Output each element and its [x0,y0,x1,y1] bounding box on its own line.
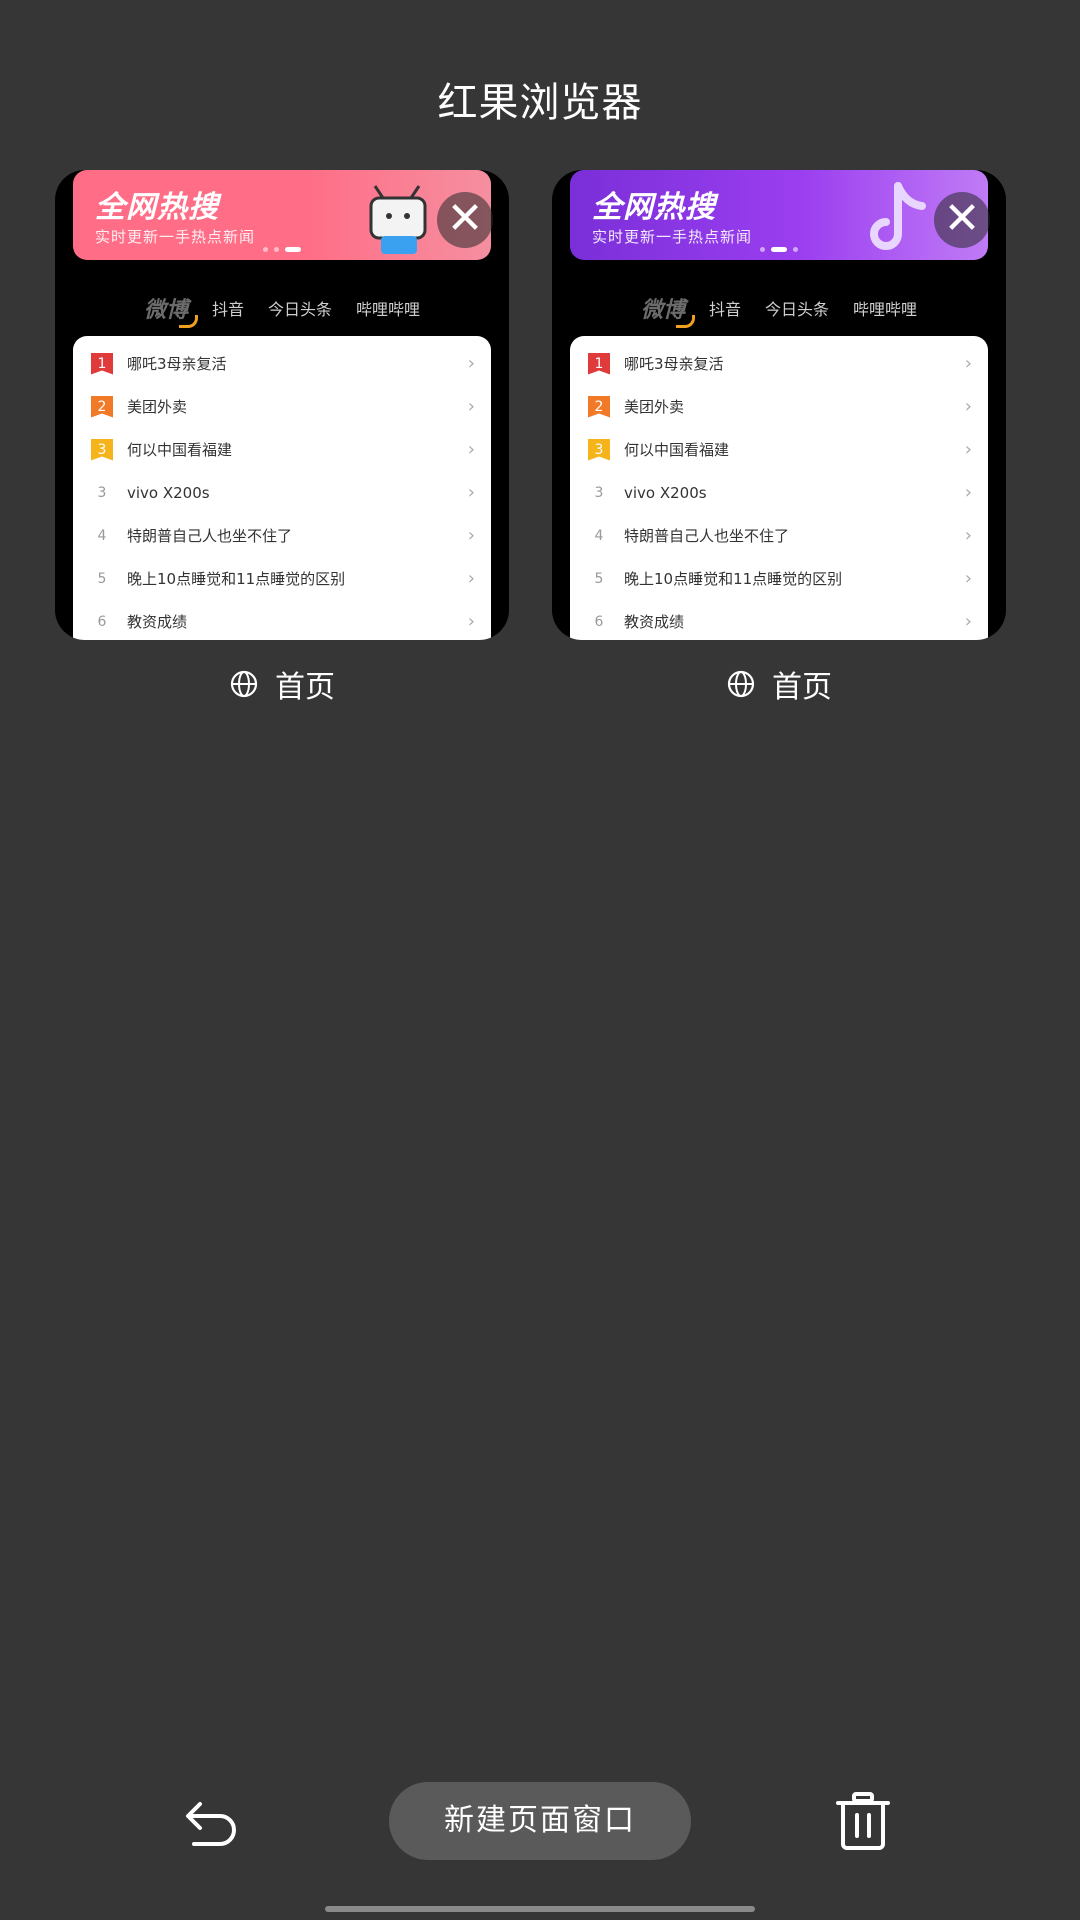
source-tab-douyin[interactable]: 抖音 [212,296,244,320]
list-item[interactable]: 5 晚上10点睡觉和11点睡觉的区别 › [570,557,988,600]
banner-subtitle: 实时更新一手热点新闻 [592,228,753,246]
home-indicator[interactable] [325,1906,755,1912]
source-tab-douyin[interactable]: 抖音 [709,296,741,320]
chevron-right-icon: › [964,568,972,589]
trash-icon [836,1792,890,1850]
rank-number: 4 [97,527,107,544]
rank-number: 3 [594,484,604,501]
clear-all-button[interactable] [830,1788,896,1854]
list-item-text: 何以中国看福建 [127,441,233,459]
chevron-right-icon: › [467,568,475,589]
chevron-right-icon: › [467,396,475,417]
chevron-right-icon: › [964,482,972,503]
list-item-text: 特朗普自己人也坐不住了 [624,527,790,545]
list-item-text: 特朗普自己人也坐不住了 [127,527,293,545]
source-tab-weibo[interactable]: 微博 [144,292,199,328]
chevron-right-icon: › [964,439,972,460]
list-item[interactable]: 4 特朗普自己人也坐不住了 › [73,514,491,557]
rank-number: 6 [594,613,604,630]
rank-badge: 1 [91,352,113,375]
banner-pagination [760,247,798,252]
list-item[interactable]: 1 哪吒3母亲复活 › [570,342,988,385]
rank-badge: 2 [91,395,113,418]
bilibili-tv-illustration [369,185,427,254]
banner-subtitle: 实时更新一手热点新闻 [95,228,256,246]
list-item[interactable]: 5 晚上10点睡觉和11点睡觉的区别 › [73,557,491,600]
list-item[interactable]: 3 vivo X200s › [73,471,491,514]
close-tab-button[interactable]: ✕ [934,192,990,248]
close-icon: ✕ [446,193,484,244]
list-item[interactable]: 3 何以中国看福建 › [73,428,491,471]
chevron-right-icon: › [964,396,972,417]
list-item-text: 晚上10点睡觉和11点睡觉的区别 [127,570,346,588]
hot-list: 1 哪吒3母亲复活 › 2 美团外卖 › 3 何以中国看福建 › 3 vivo … [73,336,491,640]
source-tab-bilibili[interactable]: 哔哩哔哩 [853,296,917,320]
list-item[interactable]: 2 美团外卖 › [570,385,988,428]
close-tab-button[interactable]: ✕ [437,192,493,248]
list-item-text: 哪吒3母亲复活 [127,355,227,373]
tab-card-1[interactable]: 全网热搜 实时更新一手热点新闻 ✕ 微博 抖音 今日头条 哔哩哔哩 1 哪吒3母… [55,170,509,640]
source-tab-bilibili[interactable]: 哔哩哔哩 [356,296,420,320]
chevron-right-icon: › [467,482,475,503]
source-tab-weibo[interactable]: 微博 [641,292,696,328]
list-item[interactable]: 6 教资成绩 › [570,600,988,640]
list-item-text: vivo X200s [127,483,210,502]
chevron-right-icon: › [964,525,972,546]
close-icon: ✕ [943,193,981,244]
banner-title: 全网热搜 [95,190,219,225]
globe-icon [727,670,755,698]
rank-number: 6 [97,613,107,630]
rank-number: 3 [97,484,107,501]
list-item-text: 美团外卖 [127,398,188,416]
rank-badge: 3 [588,438,610,461]
rank-badge: 1 [588,352,610,375]
globe-icon [230,670,258,698]
list-item-text: 教资成绩 [624,613,685,631]
chevron-right-icon: › [964,353,972,374]
chevron-right-icon: › [964,611,972,632]
hot-search-banner[interactable]: 全网热搜 实时更新一手热点新闻 [570,170,988,260]
back-button[interactable] [180,1790,246,1856]
undo-icon [186,1802,236,1846]
banner-pagination [263,247,301,252]
list-item[interactable]: 3 vivo X200s › [570,471,988,514]
chevron-right-icon: › [467,439,475,460]
list-item[interactable]: 2 美团外卖 › [73,385,491,428]
list-item-text: vivo X200s [624,483,707,502]
tab-label-2[interactable]: 首页 [552,662,1006,706]
rank-number: 4 [594,527,604,544]
source-tab-toutiao[interactable]: 今日头条 [765,296,829,320]
hot-search-banner[interactable]: 全网热搜 实时更新一手热点新闻 [73,170,491,260]
hot-list: 1 哪吒3母亲复活 › 2 美团外卖 › 3 何以中国看福建 › 3 vivo … [570,336,988,640]
source-tabs: 微博 抖音 今日头条 哔哩哔哩 [55,292,509,328]
chevron-right-icon: › [467,611,475,632]
tab-label-1[interactable]: 首页 [55,662,509,706]
list-item[interactable]: 3 何以中国看福建 › [570,428,988,471]
list-item-text: 美团外卖 [624,398,685,416]
list-item-text: 何以中国看福建 [624,441,730,459]
list-item[interactable]: 6 教资成绩 › [73,600,491,640]
bottom-toolbar: 新建页面窗口 [0,1772,1080,1872]
chevron-right-icon: › [467,353,475,374]
rank-number: 5 [97,570,107,587]
rank-number: 5 [594,570,604,587]
tab-title: 首页 [275,670,335,705]
new-window-button[interactable]: 新建页面窗口 [389,1782,691,1860]
list-item-text: 哪吒3母亲复活 [624,355,724,373]
source-tab-toutiao[interactable]: 今日头条 [268,296,332,320]
tab-card-2[interactable]: 全网热搜 实时更新一手热点新闻 ✕ 微博 抖音 今日头条 哔哩哔哩 1 哪吒3母… [552,170,1006,640]
douyin-logo-illustration [870,182,926,250]
list-item[interactable]: 1 哪吒3母亲复活 › [73,342,491,385]
list-item[interactable]: 4 特朗普自己人也坐不住了 › [570,514,988,557]
rank-badge: 3 [91,438,113,461]
tab-title: 首页 [772,670,832,705]
list-item-text: 教资成绩 [127,613,188,631]
chevron-right-icon: › [467,525,475,546]
list-item-text: 晚上10点睡觉和11点睡觉的区别 [624,570,843,588]
source-tabs: 微博 抖音 今日头条 哔哩哔哩 [552,292,1006,328]
rank-badge: 2 [588,395,610,418]
tab-switcher-page: 红果浏览器 全网热搜 实时更新一手热点新闻 ✕ 微博 抖音 今日头条 哔哩哔哩 … [0,0,1080,1920]
app-title: 红果浏览器 [437,80,643,126]
banner-title: 全网热搜 [592,190,716,225]
